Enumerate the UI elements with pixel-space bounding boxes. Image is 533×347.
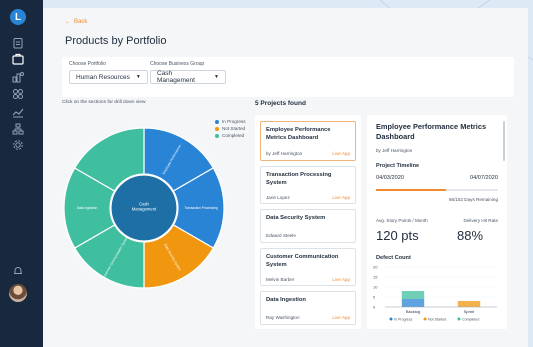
live-app-link[interactable]: Live App (332, 195, 350, 200)
y-tick-label: 0 (373, 304, 376, 309)
chevron-down-icon: ▼ (135, 74, 141, 80)
project-title: Transaction Processing System (266, 172, 332, 186)
sunburst-center-label: Management (132, 207, 157, 212)
business-group-label: Choose Business Group (150, 61, 205, 67)
portfolio-select[interactable]: Human Resources ▼ (69, 70, 148, 84)
portfolio-select-value: Human Resources (76, 73, 130, 81)
timeline-label: Project Timeline (376, 163, 420, 169)
hit-rate-label: Delivery Hit Rate (463, 218, 498, 223)
portfolio-icon[interactable] (11, 52, 25, 66)
x-tick-label: Sprint (464, 309, 475, 314)
defect-bar[interactable] (457, 301, 481, 307)
sidebar: L (0, 0, 43, 347)
back-link[interactable]: ← Back (65, 19, 87, 25)
project-title: Customer Communication System (266, 254, 339, 268)
sunburst-segment-label: Transaction Processing (184, 206, 217, 210)
detail-title: Employee Performance Metrics Dashboard (376, 122, 487, 141)
business-group-select-value: Cash Management (157, 70, 195, 84)
y-tick-label: 20 (373, 264, 378, 269)
legend-dot-icon (389, 317, 393, 321)
back-arrow-icon: ← (65, 19, 71, 25)
in-progress-dot-icon (215, 119, 219, 124)
defect-count-chart: 20 15 10 5 0 Backlog Sprint In Progress Not Star… (373, 264, 497, 321)
trend-icon[interactable] (11, 105, 25, 119)
org-chart-icon[interactable] (11, 122, 25, 136)
chevron-down-icon: ▼ (214, 74, 219, 80)
sunburst-segment-label: Data Ingestion (77, 206, 98, 210)
timeline-progress-track (376, 189, 498, 191)
project-title: Data Security System (266, 215, 326, 221)
live-app-link[interactable]: Live App (332, 277, 350, 282)
grid-icon[interactable] (11, 87, 25, 101)
project-author: Edward Steele (266, 233, 296, 238)
portfolio-label: Choose Portfolio (69, 61, 106, 67)
page-title: Products by Portfolio (65, 35, 167, 47)
legend-label: Completed (462, 317, 479, 321)
live-app-link[interactable]: Live App (332, 151, 350, 156)
settings-icon[interactable] (11, 138, 25, 152)
projects-found-count: 5 Projects found (255, 100, 306, 107)
days-remaining: 66/152 Days Remaining (448, 197, 498, 202)
scrollbar[interactable] (503, 121, 505, 161)
legend-dot-icon (457, 317, 461, 321)
drill-down-hint: Click on the sections for drill down vie… (62, 100, 146, 105)
project-author: Jane Lopez (266, 195, 290, 200)
project-title: Employee Performance Metrics Dashboard (266, 127, 331, 141)
detail-author: by Jeff Harrington (376, 148, 413, 153)
legend-label: In Progress (394, 317, 413, 321)
clipboard-icon[interactable] (11, 36, 25, 50)
story-points-label: Avg. Story Points / Month (376, 218, 428, 223)
project-card[interactable]: Customer Communication System Melvin Bar… (260, 248, 356, 286)
defect-bar[interactable] (401, 299, 425, 307)
timeline-progress-fill (376, 189, 446, 191)
end-date: 04/07/2020 (470, 175, 498, 181)
legend-dot-icon (423, 317, 427, 321)
project-card[interactable]: Employee Performance Metrics Dashboard b… (260, 121, 356, 161)
x-tick-label: Backlog (406, 309, 420, 314)
y-tick-label: 5 (373, 294, 376, 299)
project-card[interactable]: Transaction Processing System Jane Lopez… (260, 166, 356, 204)
project-card[interactable]: Data Ingestion Ray Washington Live App (260, 291, 356, 325)
app-logo[interactable]: L (10, 9, 26, 25)
project-author: Melvin Barber (266, 277, 295, 282)
y-tick-label: 15 (373, 274, 378, 279)
legend-label: Not Started (428, 317, 446, 321)
live-app-link[interactable]: Live App (332, 315, 350, 320)
notification-icon[interactable] (11, 264, 25, 278)
filter-bar: Choose Portfolio Human Resources ▼ Choos… (62, 57, 514, 97)
project-detail-panel: Employee Performance Metrics Dashboard b… (367, 115, 507, 329)
avatar[interactable] (9, 284, 27, 302)
main-content: ← Back Products by Portfolio Choose Port… (43, 8, 528, 347)
project-list: Employee Performance Metrics Dashboard b… (255, 115, 361, 329)
project-author: Ray Washington (266, 315, 300, 320)
project-title: Data Ingestion (266, 297, 306, 303)
defect-bar[interactable] (401, 291, 425, 299)
start-date: 04/03/2020 (376, 175, 404, 181)
business-group-select[interactable]: Cash Management ▼ (150, 70, 226, 84)
analytics-icon[interactable] (11, 70, 25, 84)
project-card[interactable]: Data Security System Edward Steele (260, 209, 356, 243)
project-author: by Jeff Harrington (266, 151, 303, 156)
story-points-value: 120 pts (376, 228, 419, 243)
y-tick-label: 10 (373, 284, 378, 289)
back-label: Back (74, 19, 88, 25)
defect-count-label: Defect Count (376, 255, 411, 261)
sunburst-chart[interactable]: Employee Performance...Transaction Proce… (60, 124, 228, 292)
hit-rate-value: 88% (457, 228, 484, 243)
